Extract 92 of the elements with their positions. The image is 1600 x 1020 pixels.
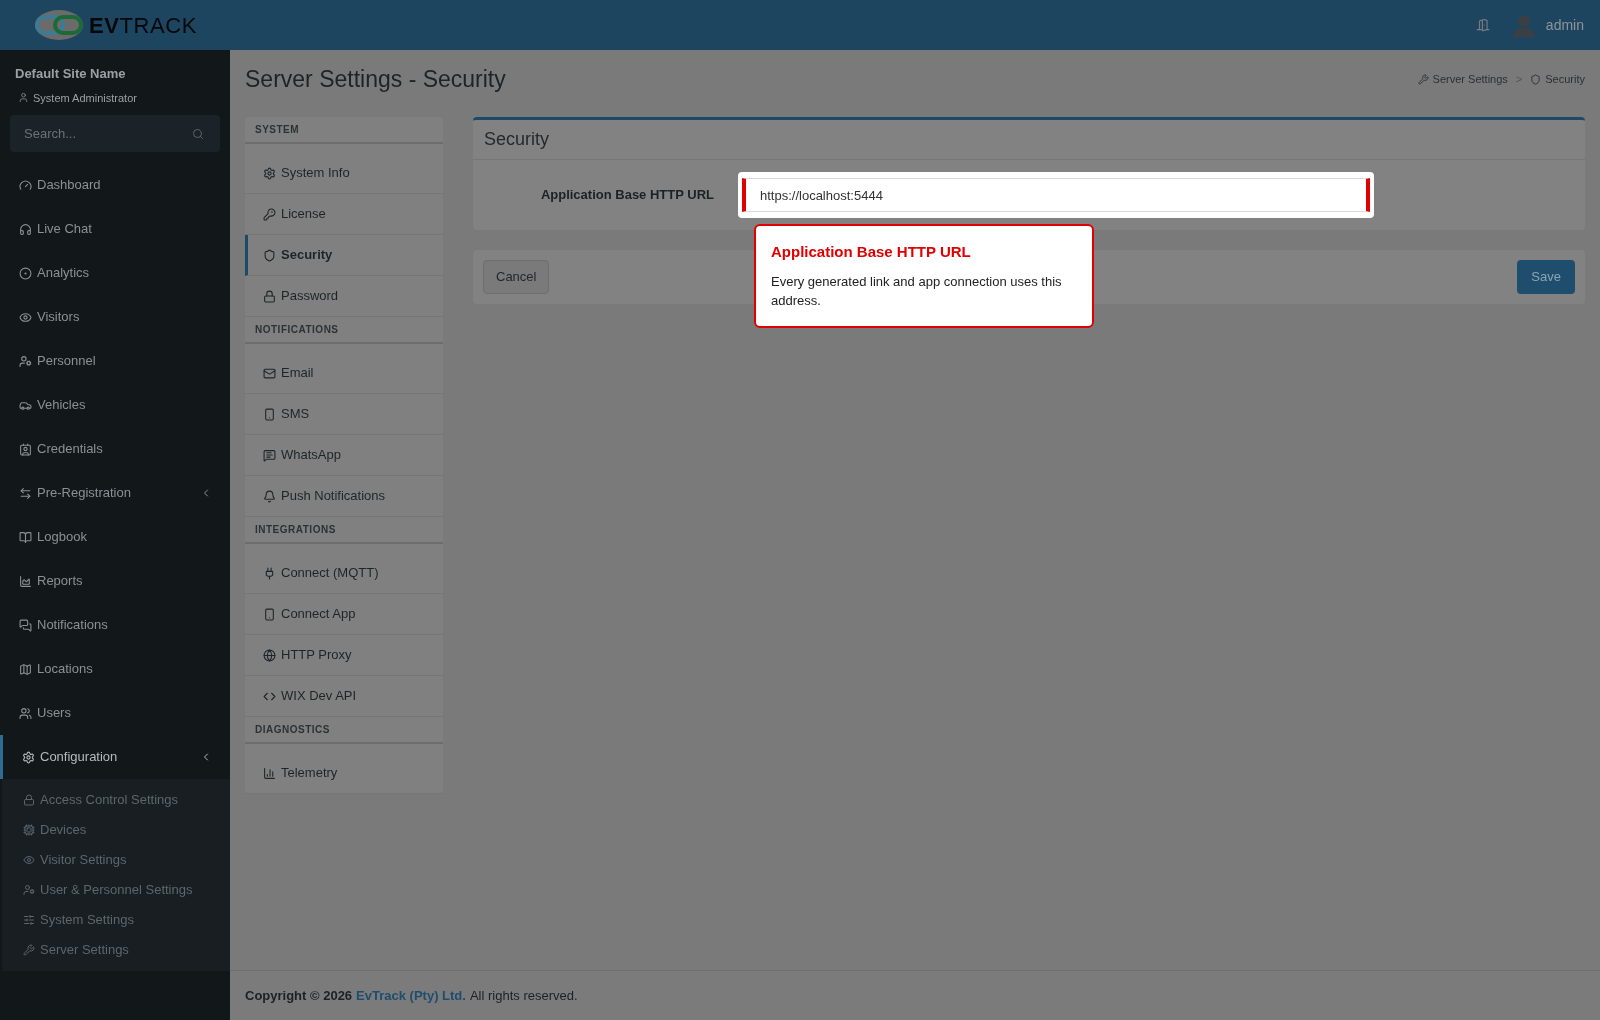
search-icon [192,128,204,140]
chip-icon [23,824,35,836]
breadcrumb-separator: > [1515,71,1523,87]
message-icon [263,448,276,462]
users-icon [19,706,32,720]
lock-icon [263,289,276,303]
search-field[interactable]: Search... [10,115,220,152]
user-icon [18,92,29,104]
breadcrumb-link[interactable]: Security [1545,70,1585,88]
mail-icon [263,366,276,380]
eye-icon [23,854,35,866]
eye-icon [19,310,32,324]
user-gear-icon [23,884,35,896]
map-icon [19,662,32,676]
field-label: Application Base HTTP URL [539,186,715,205]
headphones-icon [19,222,32,236]
page-title: Server Settings - Security [245,64,506,94]
save-button[interactable]: Save [1517,260,1575,294]
shield-icon [1530,73,1542,85]
card-title: Security [473,120,1585,160]
settings-tab[interactable]: System Info [245,153,443,194]
nav-item[interactable]: Analytics [0,251,230,295]
plug-icon [263,566,276,580]
phone-icon [263,607,276,621]
chart-icon [19,574,32,588]
gear-icon [263,166,276,180]
nav-item[interactable]: Locations [0,647,230,691]
wrench-icon [1417,73,1429,85]
nav-item[interactable]: Logbook [0,515,230,559]
company-link[interactable]: EvTrack (Pty) Ltd. [356,985,466,1006]
submenu-item[interactable]: Server Settings [2,935,230,965]
gauge-icon [19,178,32,192]
user-name[interactable]: admin [1545,14,1584,36]
role-label: System Administrator [33,90,137,106]
logo-icon [33,9,86,41]
chat-icon [19,618,32,632]
settings-tab[interactable]: WIX Dev API [245,676,443,717]
shield-icon [263,248,276,262]
rights-text: All rights reserved. [469,986,578,1005]
bell-icon [263,489,276,503]
tooltip-title: Application Base HTTP URL [771,242,972,262]
url-field[interactable]: https://localhost:5444 [742,178,1370,212]
nav-item[interactable]: Pre-Registration [0,471,230,515]
settings-tab[interactable]: Email [245,353,443,394]
settings-tab[interactable]: Connect (MQTT) [245,553,443,594]
cancel-button[interactable]: Cancel [483,260,550,294]
submenu-item[interactable]: System Settings [2,905,230,935]
submenu-item[interactable]: User & Personnel Settings [2,875,230,905]
breadcrumb-link[interactable]: Server Settings [1432,70,1508,88]
nav-item[interactable]: Visitors [0,295,230,339]
submenu-item[interactable]: Access Control Settings [2,785,230,815]
nav-item[interactable]: Personnel [0,339,230,383]
logo-text: EVTRACK [89,11,197,40]
nav-item[interactable]: Live Chat [0,207,230,251]
section-heading: NOTIFICATIONS [245,317,443,344]
door-icon[interactable] [1475,18,1490,32]
settings-tab[interactable]: Password [245,276,443,317]
section-heading: INTEGRATIONS [245,517,443,544]
settings-tab[interactable]: Security [245,235,443,276]
settings-tab[interactable]: Telemetry [245,753,443,794]
gear-icon [22,750,35,764]
submenu-item[interactable]: Visitor Settings [2,845,230,875]
wrench-icon [23,944,35,956]
id-card-icon [19,442,32,456]
tooltip-text: Every generated link and app connection uses this address. [771,272,1063,310]
settings-tab[interactable]: HTTP Proxy [245,635,443,676]
nav-item[interactable]: Users [0,691,230,735]
nav-item[interactable]: Reports [0,559,230,603]
bar-chart-icon [263,766,276,780]
user-gear-icon [19,354,32,368]
nav-item[interactable]: Credentials [0,427,230,471]
sliders-icon [23,914,35,926]
book-icon [19,530,32,544]
key-icon [263,207,276,221]
settings-tab[interactable]: Push Notifications [245,476,443,517]
globe-icon [263,648,276,662]
settings-tab[interactable]: SMS [245,394,443,435]
settings-tab[interactable]: Connect App [245,594,443,635]
site-name: Default Site Name [15,65,127,83]
target-icon [19,266,32,280]
nav-item[interactable]: Vehicles [0,383,230,427]
submenu-item[interactable]: Devices [2,815,230,845]
copyright-text: Copyright © 2026 [245,986,353,1005]
lock-icon [23,794,35,806]
section-heading: DIAGNOSTICS [245,717,443,744]
arrows-icon [19,486,32,500]
nav-item[interactable]: Dashboard [0,163,230,207]
nav-item[interactable]: Notifications [0,603,230,647]
settings-tab[interactable]: License [245,194,443,235]
section-heading: SYSTEM [245,117,443,144]
settings-tab[interactable]: WhatsApp [245,435,443,476]
phone-icon [263,407,276,421]
